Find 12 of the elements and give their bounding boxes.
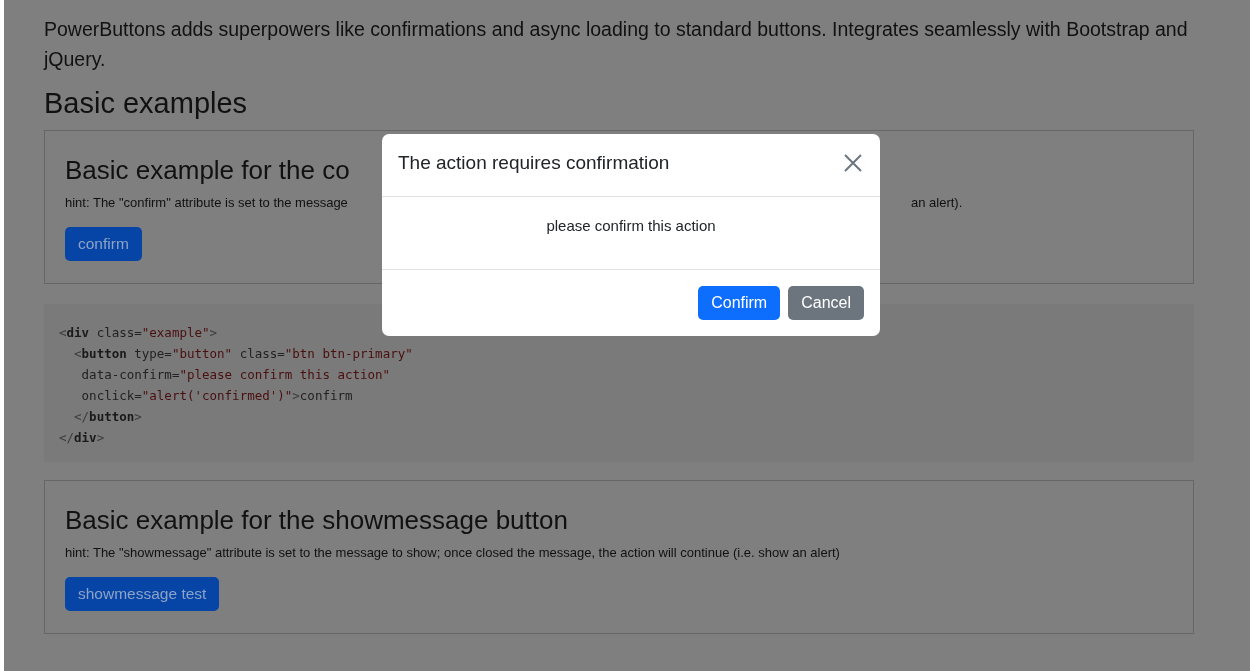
dialog-message: please confirm this action bbox=[546, 217, 716, 234]
example-heading: Basic example for the showmessage button bbox=[65, 504, 568, 537]
cancel-button[interactable]: Cancel bbox=[788, 286, 864, 320]
section-heading: Basic examples bbox=[44, 86, 249, 121]
intro-text: PowerButtons adds superpowers like confirmations and async loading to standard buttons. Integrates seamlessly with Bootstrap and jQuery. bbox=[44, 17, 1189, 72]
showmessage-button[interactable]: showmessage test bbox=[65, 577, 220, 611]
hint-text: an alert). bbox=[911, 194, 963, 212]
hint-text: hint: The "confirm" attribute is set to the message bbox=[65, 194, 348, 212]
confirm-button[interactable]: confirm bbox=[65, 227, 142, 261]
hint-text: hint: The "showmessage" attribute is set to the message to show; once closed the message, the action will continue (i.e. show an alert) bbox=[65, 544, 840, 562]
example-heading: Basic example for the co bbox=[65, 154, 350, 187]
dialog-title: The action requires confirmation bbox=[398, 151, 670, 175]
